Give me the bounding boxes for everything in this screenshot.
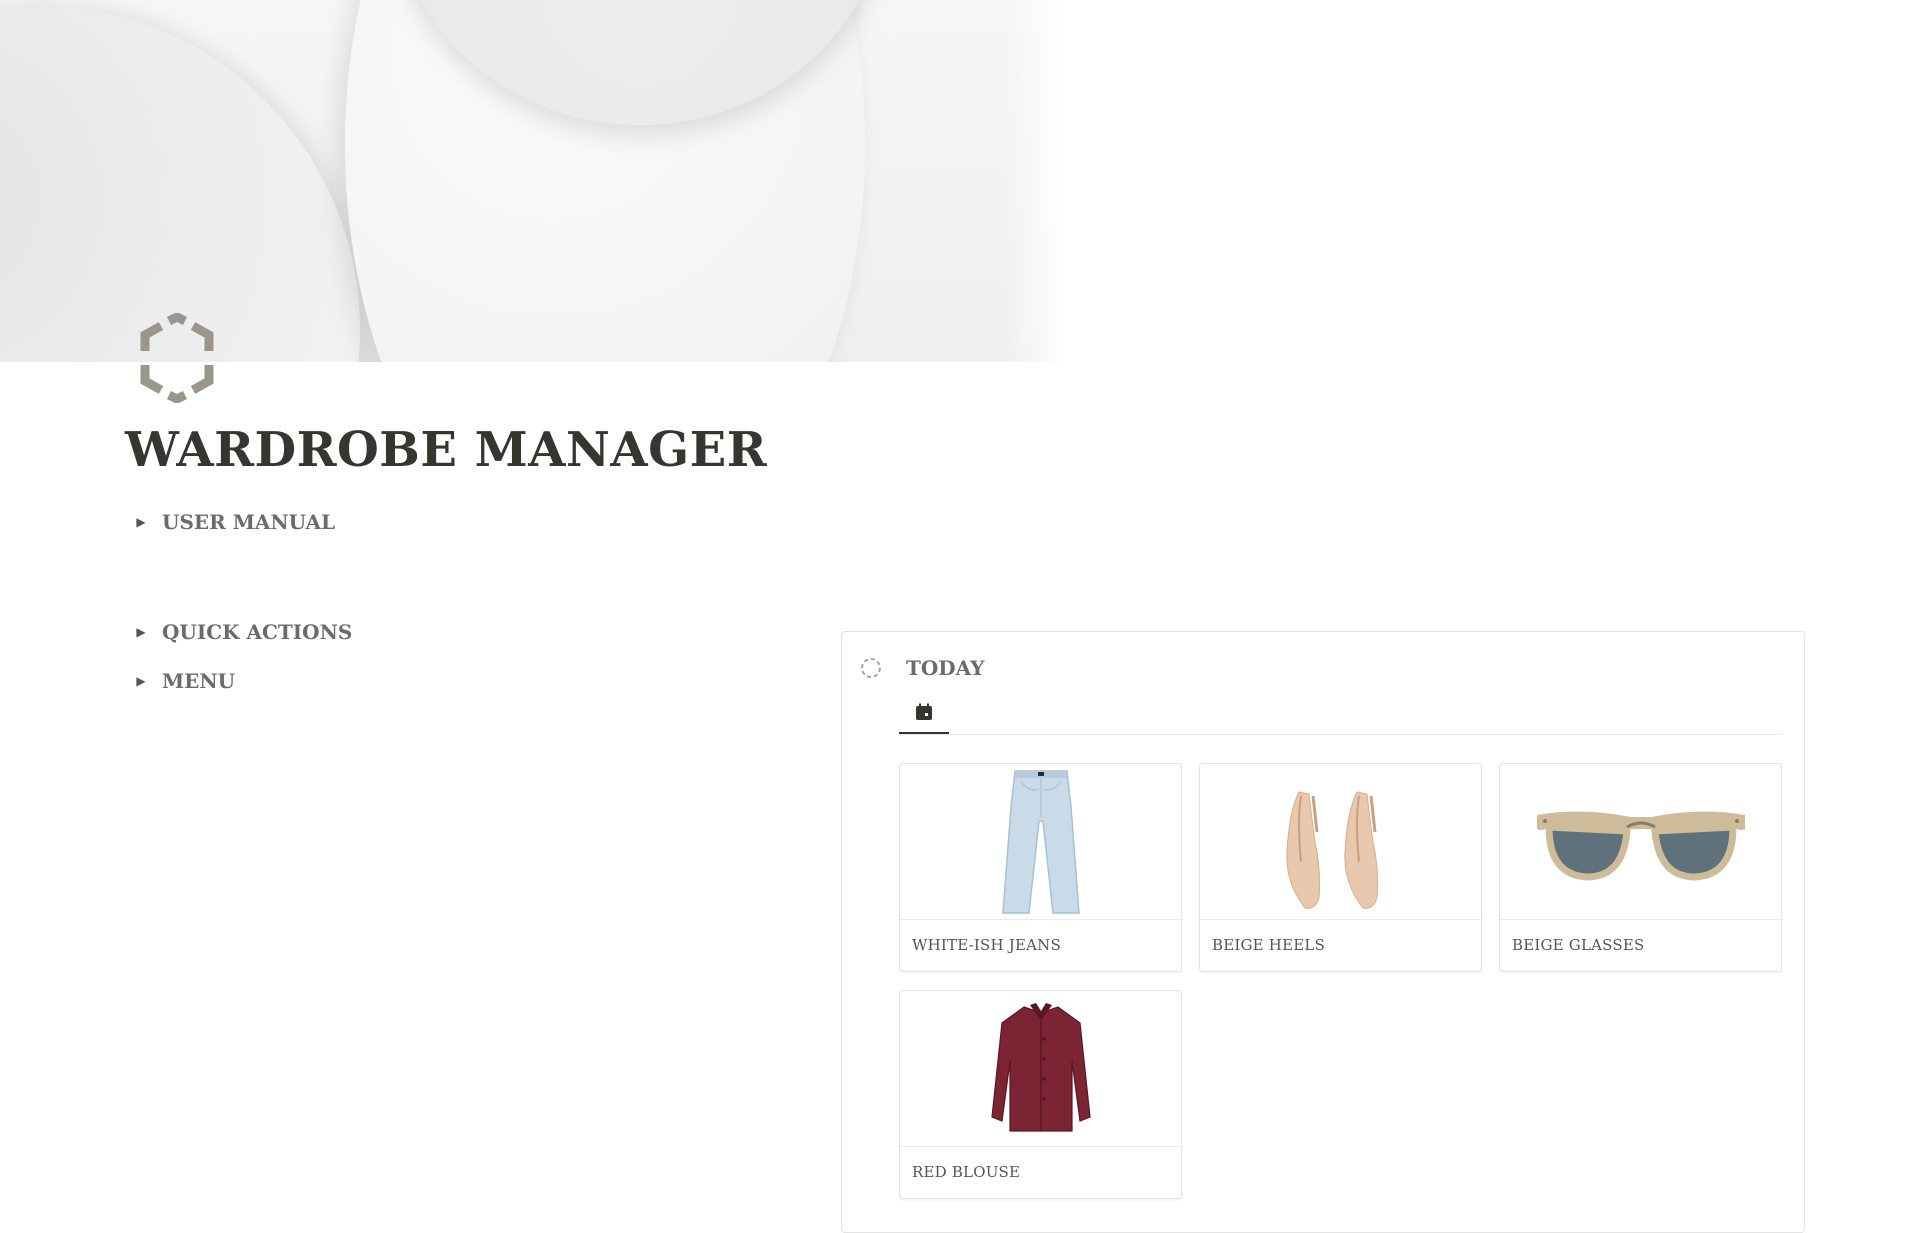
card-image	[900, 991, 1181, 1147]
today-panel: TODAY WHITE-ISH JEANS BEIGE HEELS BEIGE …	[841, 631, 1805, 1233]
card-title: BEIGE GLASSES	[1512, 936, 1645, 954]
gallery-card[interactable]: WHITE-ISH JEANS	[899, 763, 1182, 972]
toggle-label: QUICK ACTIONS	[162, 620, 353, 644]
card-title: BEIGE HEELS	[1212, 936, 1326, 954]
blouse-image	[990, 1002, 1091, 1132]
today-title[interactable]: TODAY	[906, 656, 984, 680]
toggle-triangle-icon: ▶	[136, 674, 146, 688]
toggle-label: USER MANUAL	[162, 510, 336, 534]
toggle-triangle-icon: ▶	[136, 625, 146, 639]
sunglasses-image	[1536, 810, 1745, 881]
toggle-label: MENU	[162, 669, 236, 693]
card-title: WHITE-ISH JEANS	[912, 936, 1061, 954]
gallery-card[interactable]: RED BLOUSE	[899, 990, 1182, 1199]
view-tabs	[899, 698, 1782, 735]
today-header: TODAY	[860, 656, 984, 680]
toggle-triangle-icon: ▶	[136, 515, 146, 529]
gallery-card[interactable]: BEIGE HEELS	[1199, 763, 1482, 972]
cover-fade	[1005, 0, 1065, 362]
page-title: WARDROBE MANAGER	[125, 422, 768, 478]
card-image	[900, 764, 1181, 920]
calendar-icon	[916, 703, 932, 720]
toggle-menu[interactable]: ▶ MENU	[130, 669, 235, 693]
card-title: RED BLOUSE	[912, 1163, 1021, 1181]
loading-icon	[861, 658, 881, 678]
tab-calendar-view[interactable]	[899, 698, 949, 734]
card-image	[1500, 764, 1781, 920]
toggle-quick-actions[interactable]: ▶ QUICK ACTIONS	[130, 620, 352, 644]
heels-image	[1285, 790, 1378, 909]
hexagon-icon[interactable]	[135, 311, 219, 405]
card-image	[1200, 764, 1481, 920]
gallery-card[interactable]: BEIGE GLASSES	[1499, 763, 1782, 972]
cover-shape	[0, 5, 360, 362]
cover-image	[0, 0, 1065, 362]
jeans-image	[1001, 769, 1080, 914]
toggle-user-manual[interactable]: ▶ USER MANUAL	[130, 510, 335, 534]
